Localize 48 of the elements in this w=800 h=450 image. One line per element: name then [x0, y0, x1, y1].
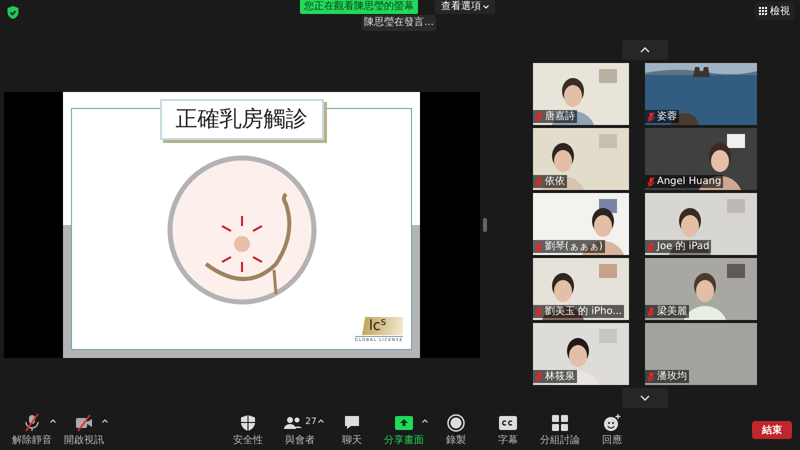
name-tag: 劉美玉 的 iPho... — [533, 305, 624, 318]
end-meeting-button[interactable]: 結束 — [752, 421, 792, 439]
splitter-handle[interactable] — [483, 218, 487, 232]
caret-icon — [318, 419, 324, 423]
chevron-down-icon — [640, 395, 650, 401]
view-button[interactable]: 檢視 — [755, 2, 794, 20]
captions-button[interactable]: 字幕 — [482, 413, 534, 447]
caret-icon — [102, 419, 108, 423]
menu-caret[interactable] — [316, 417, 326, 425]
menu-caret[interactable] — [48, 417, 58, 425]
page-down-button[interactable] — [622, 388, 668, 408]
sharing-banner: 您正在觀看陳思瑩的螢幕 — [300, 0, 418, 14]
menu-caret[interactable] — [420, 417, 430, 425]
captions-icon — [498, 413, 518, 433]
chevron-up-icon — [640, 47, 650, 53]
name-tag: 姿蓉 — [645, 110, 679, 123]
share-button[interactable]: 分享畫面 — [378, 413, 430, 447]
mic-button[interactable]: 解除靜音 — [6, 413, 58, 447]
name-tag: 潘玫均 — [645, 370, 689, 383]
smiley-icon — [602, 413, 622, 433]
grid-icon — [759, 7, 767, 15]
share-screen-icon — [394, 413, 414, 433]
name-tag: 唐嘉詩 — [533, 110, 577, 123]
breakout-button[interactable]: 分組討論 — [534, 413, 586, 447]
name-tag: Joe 的 iPad — [645, 240, 712, 253]
caret-icon — [483, 5, 489, 9]
shield-icon[interactable] — [7, 6, 19, 19]
record-icon — [446, 413, 466, 433]
record-button[interactable]: 錄製 — [430, 413, 482, 447]
name-tag: 林筱泉 — [533, 370, 577, 383]
name-tag: 梁美麗 — [645, 305, 689, 318]
security-button[interactable]: 安全性 — [222, 413, 274, 447]
view-options-button[interactable]: 查看選項 — [435, 0, 495, 14]
caret-icon — [50, 419, 56, 423]
caret-icon — [422, 419, 428, 423]
grid-icon — [550, 413, 570, 433]
speaker-tooltip: 陳思瑩在發言... — [362, 15, 436, 31]
participant-count: 27 — [305, 416, 317, 430]
name-tag: 劉琴(ぁぁぁ) — [533, 240, 605, 253]
name-tag: Angel Huang — [645, 175, 724, 188]
shield-icon — [238, 413, 258, 433]
reactions-button[interactable]: 回應 — [586, 413, 638, 447]
menu-caret[interactable] — [100, 417, 110, 425]
participants-button[interactable]: 27 與會者 — [274, 413, 326, 447]
chat-button[interactable]: 聊天 — [326, 413, 378, 447]
name-tag: 依依 — [533, 175, 567, 188]
video-button[interactable]: 開啟視訊 — [58, 413, 110, 447]
page-up-button[interactable] — [622, 40, 668, 60]
